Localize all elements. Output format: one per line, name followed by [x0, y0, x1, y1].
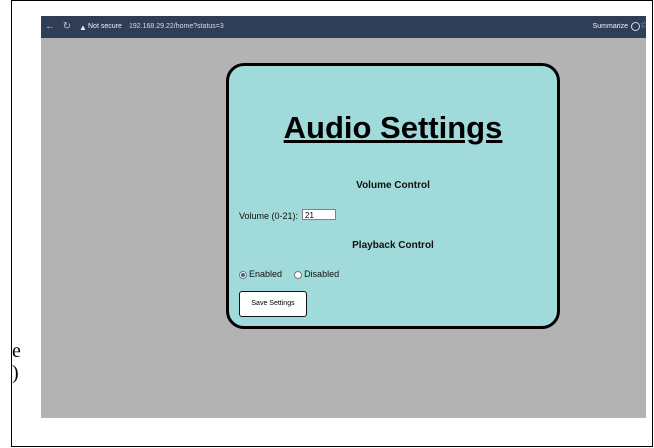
- page-title: Audio Settings: [283, 110, 503, 145]
- audio-settings-panel: Audio Settings Volume Control Volume (0-…: [226, 63, 560, 329]
- disabled-label[interactable]: Disabled: [304, 269, 339, 279]
- screenshot-frame: ← ↻ ▲ Not secure 192.168.29.22/home?stat…: [11, 0, 653, 447]
- warning-icon: ▲: [79, 23, 87, 32]
- volume-control-heading: Volume Control: [356, 180, 430, 191]
- volume-input[interactable]: 21: [302, 209, 336, 220]
- enabled-radio[interactable]: [239, 270, 247, 279]
- cropped-side-text: e ): [12, 340, 21, 384]
- summarize-icon[interactable]: [631, 22, 640, 31]
- back-arrow-icon[interactable]: ←: [44, 21, 56, 33]
- summarize-button[interactable]: Summarize: [593, 23, 628, 30]
- disabled-radio[interactable]: [294, 270, 303, 279]
- save-settings-button[interactable]: Save Settings: [239, 291, 307, 317]
- reload-icon[interactable]: ↻: [61, 21, 73, 33]
- browser-address-bar: ← ↻ ▲ Not secure 192.168.29.22/home?stat…: [41, 16, 646, 38]
- security-label: Not secure: [88, 23, 122, 30]
- browser-window: ← ↻ ▲ Not secure 192.168.29.22/home?stat…: [41, 16, 646, 418]
- playback-radio-group: Enabled Disabled: [239, 269, 339, 279]
- volume-label: Volume (0-21):: [239, 211, 299, 221]
- playback-control-heading: Playback Control: [352, 240, 434, 251]
- enabled-label[interactable]: Enabled: [249, 269, 282, 279]
- bookmark-star-icon[interactable]: ☆: [640, 20, 646, 31]
- address-url[interactable]: 192.168.29.22/home?status=3: [129, 23, 224, 30]
